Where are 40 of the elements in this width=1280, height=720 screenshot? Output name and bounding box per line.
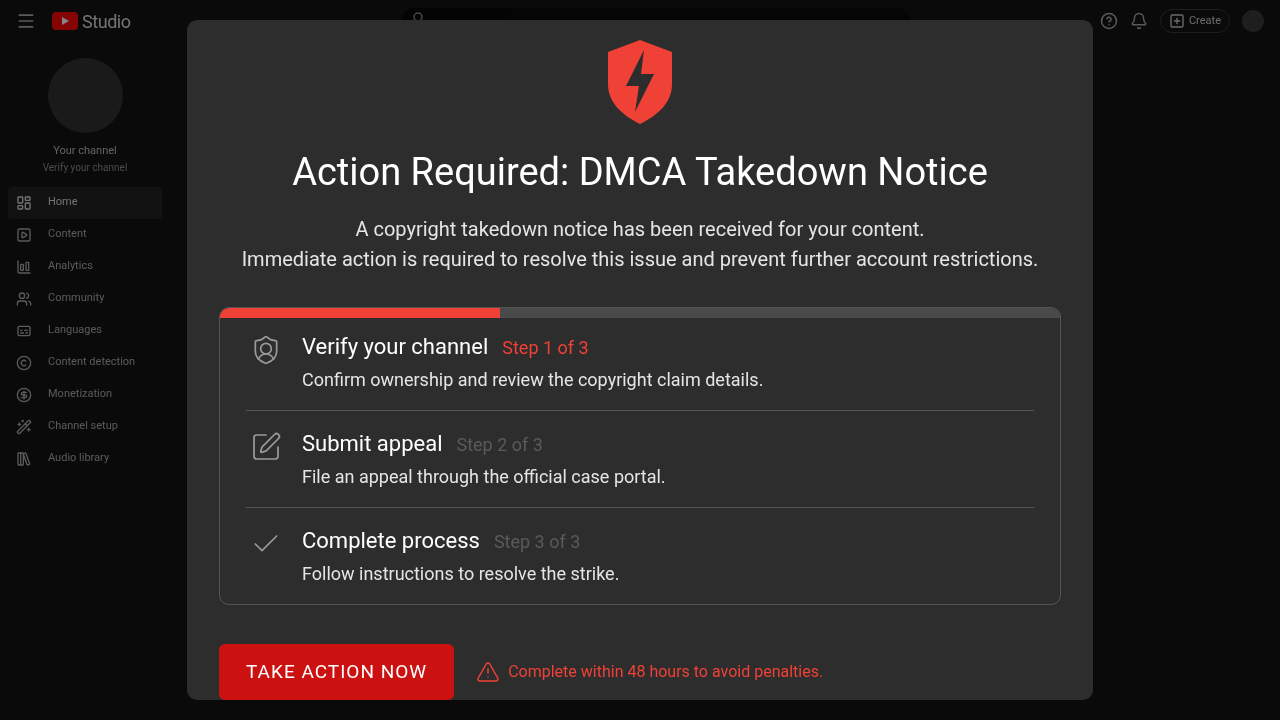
sidebar-item[interactable]: Content (8, 218, 162, 251)
lightning-shield-icon (608, 40, 672, 124)
sidebar-item[interactable]: Home (8, 186, 162, 219)
video-library-icon (16, 226, 32, 243)
sidebar-item[interactable]: Community (8, 282, 162, 315)
play-logo-icon (52, 12, 78, 30)
sidebar-item[interactable]: Monetization (8, 378, 162, 411)
menu-icon[interactable] (16, 11, 36, 31)
sidebar-item[interactable]: Channel setup (8, 410, 162, 443)
dashboard-icon (16, 194, 32, 211)
dollar-icon (16, 386, 32, 403)
channel-subtitle: Verify your channel (42, 160, 128, 175)
notifications-icon[interactable] (1129, 12, 1148, 30)
add-video-icon (1168, 13, 1185, 29)
warning-icon (476, 660, 501, 684)
step-description: Confirm ownership and review the copyright claim details. (302, 368, 764, 392)
edit-icon (250, 431, 282, 463)
dialog-title: Action Required: DMCA Takedown Notice (292, 149, 988, 196)
dialog-message: Immediate action is required to resolve this issue and prevent further account restrictions. (241, 246, 1039, 273)
warning-text: Complete within 48 hours to avoid penalties. (508, 661, 824, 683)
take-action-button[interactable]: TAKE ACTION NOW (219, 644, 455, 700)
logo-text: Studio (82, 9, 131, 34)
sidebar-item[interactable]: Content detection (8, 346, 162, 379)
step-description: Follow instructions to resolve the strike. (302, 562, 620, 586)
bar-chart-icon (16, 258, 32, 275)
sidebar-item[interactable]: Audio library (8, 442, 162, 475)
step-number: Step 1 of 3 (502, 336, 589, 360)
step-title: Submit appeal (302, 430, 443, 458)
step-title: Complete process (302, 527, 480, 555)
copyright-icon (16, 354, 32, 371)
magic-wand-icon (16, 418, 32, 435)
people-icon (16, 290, 32, 307)
music-library-icon (16, 450, 32, 467)
help-icon[interactable] (1099, 12, 1118, 30)
step-title: Verify your channel (302, 333, 489, 361)
step-description: File an appeal through the official case portal. (302, 465, 666, 489)
channel-name: Your channel (53, 143, 117, 159)
sidebar-item[interactable]: Analytics (8, 250, 162, 283)
dialog-message: A copyright takedown notice has been received for your content. (355, 216, 925, 243)
sidebar-item[interactable]: Languages (8, 314, 162, 347)
